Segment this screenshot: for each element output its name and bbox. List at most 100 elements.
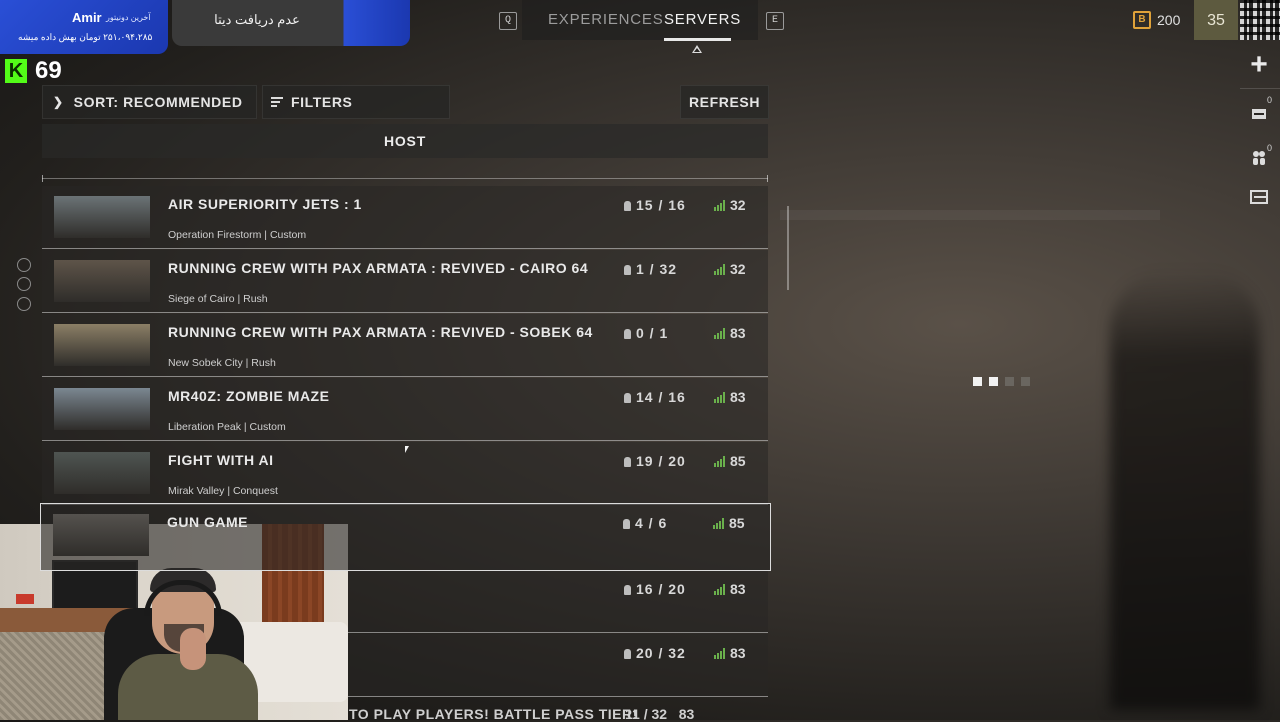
server-player-count: 14 / 16 (636, 389, 686, 405)
active-tab-underline (664, 38, 731, 41)
player-icon (624, 585, 631, 595)
kick-logo-icon (5, 59, 27, 83)
server-player-count: 20 / 32 (636, 645, 686, 661)
server-map: Mirak Valley (168, 485, 225, 497)
player-icon (624, 265, 631, 275)
server-ping: 85 (714, 453, 746, 469)
list-top-divider (42, 175, 768, 182)
server-thumbnail (54, 196, 150, 238)
server-thumbnail (53, 514, 149, 556)
refresh-button[interactable]: REFRESH (680, 85, 769, 119)
server-players: 4 / 6 (623, 515, 667, 531)
squad-count: 0 (1267, 143, 1273, 153)
loader-dot (973, 377, 982, 386)
webcam-red-object (16, 594, 34, 604)
currency-display: B 200 (1133, 11, 1180, 29)
loader-dot (1021, 377, 1030, 386)
webcam-hand (180, 628, 206, 670)
donor-name: Amir (72, 10, 102, 25)
server-player-count: 0 / 1 (636, 325, 669, 341)
sort-label: SORT: RECOMMENDED (73, 94, 243, 110)
settings-icon[interactable] (17, 277, 31, 291)
exit-icon[interactable] (1246, 184, 1272, 210)
signal-icon (714, 199, 725, 211)
filter-icon (271, 97, 283, 107)
server-map: Liberation Peak (168, 421, 241, 433)
mail-count: 0 (1267, 95, 1273, 105)
server-ping: 83 (714, 325, 746, 341)
server-mode: Rush (243, 293, 268, 305)
server-players: 14 / 16 (624, 389, 686, 405)
chat-icon[interactable] (17, 258, 31, 272)
donor-caption: آخرین دونیتور (106, 13, 151, 22)
server-ping: 85 (713, 515, 745, 531)
player-level: 35 (1207, 12, 1225, 29)
server-name: MR40Z: ZOMBIE MAZE (168, 388, 330, 404)
loader-dot (1005, 377, 1014, 386)
key-hint-e: E (766, 12, 784, 30)
tab-servers[interactable]: SERVERS (664, 11, 741, 28)
server-row[interactable]: RUNNING CREW WITH PAX ARMATA : REVIVED -… (42, 314, 768, 377)
server-player-count: 1 / 32 (636, 261, 678, 277)
server-map-mode: New Sobek City | Rush (168, 357, 276, 369)
player-icon (624, 457, 631, 467)
server-ping-value: 83 (730, 645, 746, 661)
filters-button[interactable]: FILTERS (262, 85, 450, 119)
server-players: 1 / 32 (624, 261, 677, 277)
server-players: 15 / 16 (624, 197, 686, 213)
server-name: AIR SUPERIORITY JETS : 1 (168, 196, 362, 212)
server-ping-value: 83 (730, 325, 746, 341)
signal-icon (714, 263, 725, 275)
tab-experiences[interactable]: EXPERIENCES (548, 11, 664, 28)
stream-status-banner: عدم دریافت دیتا (172, 0, 410, 46)
qr-code-overlay (1240, 0, 1280, 40)
list-scrollbar[interactable] (787, 206, 789, 290)
background-band (780, 210, 1160, 220)
server-row[interactable]: AIR SUPERIORITY JETS : 1 Operation Firest… (42, 186, 768, 249)
server-ping-value: 32 (730, 261, 746, 277)
server-player-count: 15 / 16 (636, 197, 686, 213)
server-ping: 32 (714, 261, 746, 277)
server-ping: 83 (714, 581, 746, 597)
currency-amount: 200 (1157, 12, 1181, 28)
server-ping: 83 (714, 645, 746, 661)
server-map: Operation Firestorm (168, 229, 262, 241)
server-row[interactable]: MR40Z: ZOMBIE MAZE Liberation Peak | Cust… (42, 378, 768, 441)
server-ping: 83 (714, 389, 746, 405)
server-ping-value: 32 (730, 197, 746, 213)
filters-label: FILTERS (291, 94, 353, 110)
loading-indicator (973, 377, 1030, 386)
signal-icon (714, 327, 725, 339)
viewer-count: 69 (35, 57, 62, 84)
signal-icon (714, 391, 725, 403)
server-row[interactable]: RUNNING CREW WITH PAX ARMATA : REVIVED -… (42, 250, 768, 313)
server-thumbnail (54, 388, 150, 430)
loader-dot (989, 377, 998, 386)
server-ping-value: 83 (730, 581, 746, 597)
mouse-cursor (405, 446, 409, 453)
server-mode: Custom (249, 421, 286, 433)
server-ping-value: 85 (730, 453, 746, 469)
signal-icon (713, 517, 724, 529)
sort-dropdown[interactable]: ❯ SORT: RECOMMENDED (42, 85, 257, 119)
server-players: 0 / 1 (624, 325, 668, 341)
player-icon (624, 201, 631, 211)
server-map: Siege of Cairo (168, 293, 235, 305)
server-map-mode: Siege of Cairo | Rush (168, 293, 268, 305)
chevron-down-icon: ❯ (53, 95, 64, 109)
server-mode: Custom (269, 229, 307, 241)
key-hint-q: Q (499, 12, 517, 30)
server-player-count: 4 / 6 (635, 515, 668, 531)
host-column-header[interactable]: HOST (42, 124, 768, 158)
background-soldier-silhouette (1110, 270, 1260, 710)
player-level-badge[interactable]: 35 (1194, 0, 1238, 40)
signal-icon (714, 455, 725, 467)
server-map: New Sobek City (168, 357, 243, 369)
info-icon[interactable] (17, 297, 31, 311)
server-row[interactable]: GUN GAME 4 / 6 85 (40, 503, 771, 571)
add-icon[interactable]: + (1246, 50, 1272, 80)
side-divider (1240, 88, 1280, 89)
donation-amount-text: ۲۵۱،۰۹۴،۲۸۵ تومان بهش داده میشه (18, 32, 153, 42)
server-ping-value: 85 (729, 515, 745, 531)
server-mode: Conquest (232, 485, 278, 497)
